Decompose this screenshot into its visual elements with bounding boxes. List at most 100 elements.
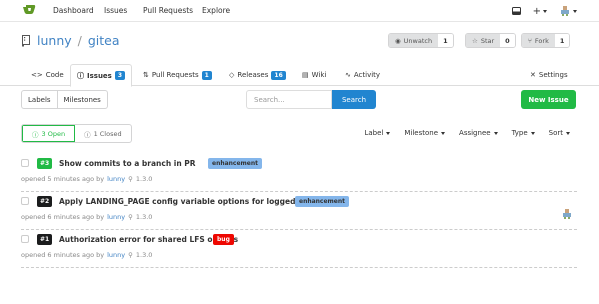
tab-issues-label: Issues bbox=[87, 71, 112, 80]
issue-checkbox[interactable] bbox=[21, 235, 29, 243]
star-button-group[interactable]: ☆ Star 0 bbox=[465, 33, 516, 48]
assignee-avatar[interactable] bbox=[561, 208, 573, 220]
issue-label[interactable]: enhancement bbox=[208, 158, 263, 169]
tab-settings-label: Settings bbox=[538, 71, 568, 79]
nav-issues[interactable]: Issues bbox=[104, 6, 127, 15]
tab-releases-label: Releases bbox=[237, 71, 269, 79]
watch-count[interactable]: 1 bbox=[438, 34, 453, 47]
watch-button-group[interactable]: ◉ Unwatch 1 bbox=[388, 33, 454, 48]
issue-label[interactable]: bug bbox=[213, 234, 234, 245]
plus-icon: + bbox=[532, 5, 541, 17]
git-pull-request-icon: ⇅ bbox=[143, 71, 149, 79]
new-issue-button[interactable]: New Issue bbox=[521, 90, 576, 109]
issue-author-link[interactable]: lunny bbox=[107, 251, 125, 259]
issue-opened-text: opened 6 minutes ago by bbox=[21, 251, 105, 259]
issue-author-link[interactable]: lunny bbox=[107, 213, 125, 221]
pulls-count-badge: 1 bbox=[201, 70, 212, 80]
issue-label[interactable]: enhancement bbox=[295, 196, 350, 207]
repo-separator: / bbox=[77, 33, 82, 48]
repo-icon bbox=[22, 34, 30, 47]
unwatch-label: Unwatch bbox=[403, 36, 433, 45]
notifications-icon[interactable] bbox=[511, 7, 521, 15]
issue-milestone[interactable]: 1.3.0 bbox=[136, 251, 153, 259]
repo-owner-link[interactable]: lunny bbox=[37, 33, 72, 48]
milestones-button[interactable]: Milestones bbox=[56, 91, 107, 108]
issue-state-toggle: ⓘ 3 Open ⓘ 1 Closed bbox=[21, 124, 132, 143]
nav-dashboard[interactable]: Dashboard bbox=[53, 6, 94, 15]
fork-button-group[interactable]: ⑂ Fork 1 bbox=[521, 33, 571, 48]
fork-button[interactable]: ⑂ Fork bbox=[522, 34, 555, 47]
labels-button[interactable]: Labels bbox=[22, 91, 57, 108]
tab-wiki[interactable]: ▤ Wiki bbox=[302, 64, 326, 86]
issue-milestone[interactable]: 1.3.0 bbox=[136, 175, 153, 183]
repo-title: lunny / gitea bbox=[21, 33, 120, 48]
issue-title-link[interactable]: Authorization error for shared LFS objec… bbox=[59, 235, 238, 244]
issues-count-badge: 3 bbox=[114, 71, 126, 80]
nav-explore[interactable]: Explore bbox=[202, 6, 230, 15]
tab-settings[interactable]: ✕ Settings bbox=[530, 64, 568, 86]
issue-opened-icon: ⓘ bbox=[77, 71, 84, 80]
milestone-icon: ⚲ bbox=[128, 175, 133, 183]
closed-issues-button[interactable]: ⓘ 1 Closed bbox=[75, 125, 131, 142]
tab-releases[interactable]: ◇ Releases 16 bbox=[229, 64, 286, 86]
unwatch-button[interactable]: ◉ Unwatch bbox=[389, 34, 439, 47]
issue-row: #1 Authorization error for shared LFS ob… bbox=[21, 232, 577, 268]
filter-sort-text: Sort bbox=[548, 129, 563, 137]
avatar bbox=[559, 5, 571, 17]
tab-activity-label: Activity bbox=[353, 71, 381, 79]
issue-checkbox[interactable] bbox=[21, 197, 29, 205]
issue-checkbox[interactable] bbox=[21, 159, 29, 167]
issue-meta: opened 5 minutes ago by lunny ⚲ 1.3.0 bbox=[21, 175, 152, 183]
tab-issues[interactable]: ⓘ Issues 3 bbox=[70, 64, 133, 87]
issue-number-badge: #2 bbox=[37, 196, 53, 207]
chevron-down-icon bbox=[566, 131, 570, 135]
star-count[interactable]: 0 bbox=[500, 34, 515, 47]
fork-count[interactable]: 1 bbox=[554, 34, 570, 47]
tab-code[interactable]: <> Code bbox=[31, 64, 64, 86]
filter-assignee[interactable]: Assignee bbox=[459, 129, 498, 137]
issue-milestone[interactable]: 1.3.0 bbox=[136, 213, 153, 221]
tab-code-label: Code bbox=[45, 71, 64, 79]
nav-pull-requests[interactable]: Pull Requests bbox=[143, 6, 193, 15]
issue-title-link[interactable]: Show commits to a branch in PR bbox=[59, 159, 196, 168]
star-button[interactable]: ☆ Star bbox=[466, 34, 501, 47]
tag-icon: ◇ bbox=[229, 71, 235, 79]
milestone-icon: ⚲ bbox=[128, 213, 133, 221]
filter-type-text: Type bbox=[511, 129, 528, 137]
filter-label[interactable]: Label bbox=[364, 129, 391, 137]
tools-icon: ✕ bbox=[530, 71, 536, 79]
create-new-menu[interactable]: + bbox=[533, 6, 547, 17]
issue-author-link[interactable]: lunny bbox=[107, 175, 125, 183]
tab-pull-requests[interactable]: ⇅ Pull Requests 1 bbox=[143, 64, 212, 86]
repo-name-link[interactable]: gitea bbox=[88, 33, 120, 48]
chevron-down-icon bbox=[493, 131, 498, 135]
labels-milestones-group: Labels Milestones bbox=[21, 90, 108, 109]
closed-count-label: 1 Closed bbox=[93, 129, 122, 138]
star-label: Star bbox=[480, 36, 495, 45]
gitea-logo[interactable] bbox=[22, 4, 36, 17]
fork-icon: ⑂ bbox=[528, 36, 532, 45]
issue-opened-icon: ⓘ bbox=[32, 130, 39, 139]
filter-sort[interactable]: Sort bbox=[549, 129, 570, 137]
user-menu[interactable] bbox=[559, 5, 577, 17]
search-input[interactable]: Search... bbox=[246, 90, 332, 109]
filter-milestone[interactable]: Milestone bbox=[404, 129, 446, 137]
issue-title-link[interactable]: Apply LANDING_PAGE config variable optio… bbox=[59, 197, 332, 206]
chevron-down-icon bbox=[441, 131, 446, 135]
chevron-down-icon bbox=[386, 131, 391, 135]
issue-number-badge: #1 bbox=[37, 234, 53, 245]
open-count-label: 3 Open bbox=[41, 129, 66, 138]
tab-activity[interactable]: ∿ Activity bbox=[345, 64, 380, 86]
code-icon: <> bbox=[31, 71, 43, 79]
search-button[interactable]: Search bbox=[332, 90, 376, 109]
eye-icon: ◉ bbox=[395, 36, 401, 45]
issue-meta: opened 6 minutes ago by lunny ⚲ 1.3.0 bbox=[21, 251, 152, 259]
milestone-icon: ⚲ bbox=[128, 251, 133, 259]
filter-type[interactable]: Type bbox=[512, 129, 535, 137]
nav-right-group: + bbox=[511, 3, 577, 19]
filter-label-text: Label bbox=[364, 129, 384, 137]
issue-filters: Label Milestone Assignee Type Sort bbox=[364, 129, 570, 137]
star-icon: ☆ bbox=[472, 36, 478, 45]
open-issues-button[interactable]: ⓘ 3 Open bbox=[22, 125, 76, 142]
releases-count-badge: 16 bbox=[271, 70, 286, 80]
